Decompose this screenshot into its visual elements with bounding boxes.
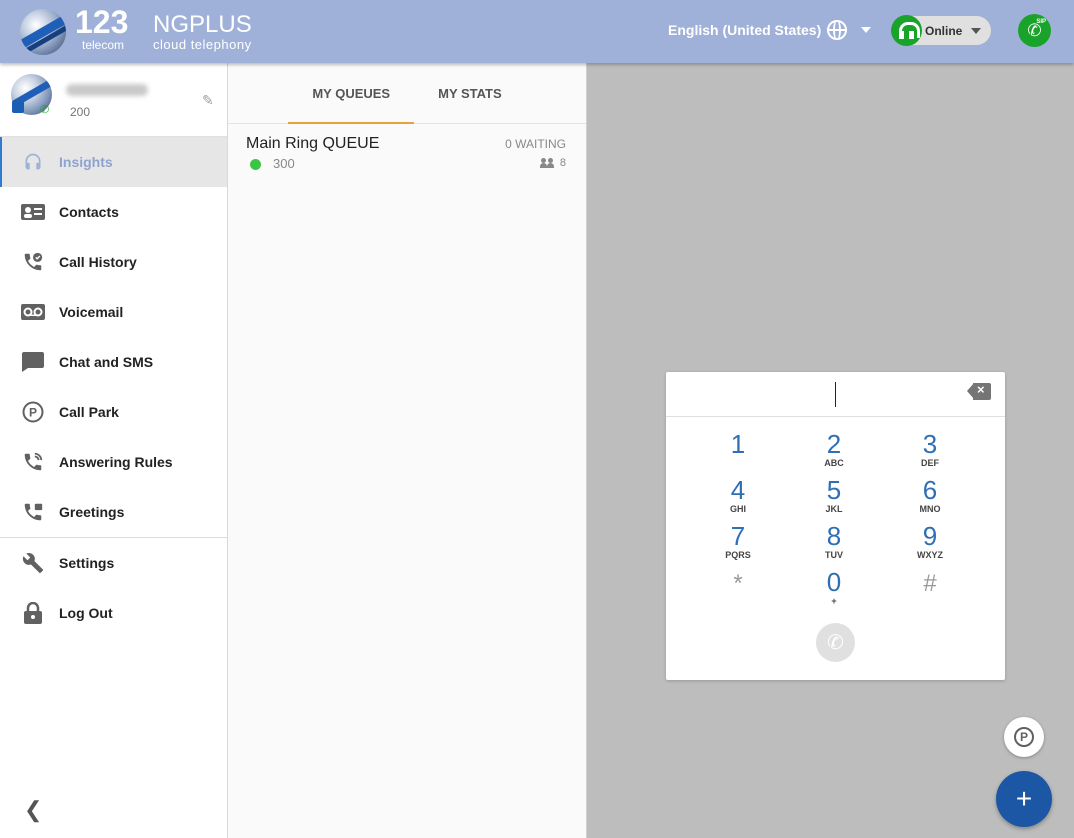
queue-tabs: MY QUEUES MY STATS (228, 63, 586, 124)
profile-extension: 200 (70, 105, 91, 119)
dial-key-5[interactable]: 5 JKL (786, 476, 882, 520)
dial-number-input[interactable]: × (666, 372, 1005, 417)
user-profile: ✆ 200 ✎ (0, 63, 227, 137)
dial-key-3[interactable]: 3 DEF (882, 430, 978, 474)
chevron-down-icon (971, 27, 982, 34)
text-cursor (835, 382, 836, 407)
sidebar: ✆ 200 ✎ Insights Contacts Call History V… (0, 63, 228, 838)
queue-agents: 8 (539, 157, 566, 169)
backspace-icon[interactable]: × (967, 382, 991, 400)
pencil-icon[interactable]: ✎ (202, 93, 216, 107)
sidebar-item-log-out[interactable]: Log Out (0, 588, 227, 638)
sidebar-item-insights[interactable]: Insights (0, 137, 227, 187)
call-button[interactable]: ✆ (816, 623, 855, 662)
add-button[interactable]: + (996, 771, 1052, 827)
dial-key-0[interactable]: 0 + (786, 568, 882, 612)
dial-key-6[interactable]: 6 MNO (882, 476, 978, 520)
queue-waiting-count: 0 WAITING (505, 137, 566, 151)
sidebar-item-label: Insights (59, 154, 113, 170)
sidebar-item-chat-sms[interactable]: Chat and SMS (0, 337, 227, 387)
sidebar-item-contacts[interactable]: Contacts (0, 187, 227, 237)
sidebar-item-call-park[interactable]: P Call Park (0, 387, 227, 437)
phone-icon: ✆ (827, 632, 844, 654)
dial-key-4[interactable]: 4 GHI (690, 476, 786, 520)
presence-status-label: Online (925, 23, 963, 38)
tab-my-stats[interactable]: MY STATS (414, 63, 526, 124)
logo-subtext: telecom (82, 38, 125, 52)
profile-name-redacted (66, 84, 148, 96)
queue-agent-count: 8 (559, 157, 566, 169)
dial-key-7[interactable]: 7 PQRS (690, 522, 786, 566)
chevron-down-icon (861, 27, 872, 33)
sidebar-item-label: Contacts (59, 204, 119, 220)
brand-title: NGPLUS (153, 11, 252, 38)
sidebar-item-label: Chat and SMS (59, 354, 154, 370)
sidebar-item-label: Call History (59, 254, 137, 270)
voicemail-icon (21, 300, 45, 324)
headset-icon (891, 15, 922, 46)
sidebar-item-greetings[interactable]: Greetings (0, 487, 227, 537)
presence-status-toggle[interactable]: Online (891, 15, 991, 46)
dial-key-8[interactable]: 8 TUV (786, 522, 882, 566)
dialpad: × 1 2 ABC 3 DEF 4 GHI 5 JKL 6 MNO 7 PQRS 8 TUV … (666, 372, 1005, 680)
people-icon (539, 158, 556, 168)
sip-tag: SIP (1036, 19, 1046, 25)
brand-subtitle: cloud telephony (153, 37, 252, 52)
queues-panel: MY QUEUES MY STATS Main Ring QUEUE 300 0… (228, 63, 587, 838)
logo-number: 123 (75, 4, 129, 40)
tab-my-queues[interactable]: MY QUEUES (288, 63, 415, 124)
park-icon: P (21, 400, 45, 424)
chevron-left-icon[interactable]: ❮ (24, 797, 42, 823)
sidebar-nav: Insights Contacts Call History Voicemail… (0, 137, 227, 537)
queue-status-dot (250, 159, 261, 170)
svg-text:P: P (29, 406, 37, 420)
queue-list-item[interactable]: Main Ring QUEUE 300 0 WAITING 8 (228, 124, 586, 174)
dialpad-keys: 1 2 ABC 3 DEF 4 GHI 5 JKL 6 MNO 7 PQRS 8 TUV 9W… (690, 430, 980, 612)
sidebar-item-label: Log Out (59, 605, 113, 621)
wrench-icon (21, 551, 45, 575)
headset-icon (21, 150, 45, 174)
language-label: English (United States) (668, 22, 822, 38)
sidebar-item-voicemail[interactable]: Voicemail (0, 287, 227, 337)
phone-icon: ✆ (40, 104, 50, 116)
sidebar-item-call-history[interactable]: Call History (0, 237, 227, 287)
dial-key-2[interactable]: 2 ABC (786, 430, 882, 474)
park-icon: P (1014, 727, 1034, 747)
sidebar-item-label: Voicemail (59, 304, 124, 320)
queue-extension: 300 (273, 156, 295, 171)
dial-key-9[interactable]: 9 WXYZ (882, 522, 978, 566)
language-selector[interactable]: English (United States) (668, 20, 872, 40)
sidebar-item-label: Greetings (59, 504, 125, 520)
call-history-icon (21, 250, 45, 274)
contact-card-icon (21, 200, 45, 224)
logo-globe-icon (20, 9, 66, 55)
top-header: 123 telecom NGPLUS cloud telephony Engli… (0, 0, 1074, 63)
sidebar-item-label: Answering Rules (59, 454, 173, 470)
dial-key-1[interactable]: 1 (690, 430, 786, 474)
sip-phone-button[interactable]: ✆ SIP (1018, 14, 1051, 47)
globe-icon (827, 20, 848, 40)
queue-name: Main Ring QUEUE (246, 135, 380, 152)
sidebar-item-answering-rules[interactable]: Answering Rules (0, 437, 227, 487)
dial-key-hash[interactable]: # (882, 568, 978, 612)
lock-icon (21, 601, 45, 625)
sidebar-item-label: Call Park (59, 404, 119, 420)
sidebar-nav-bottom: Settings Log Out (0, 538, 227, 638)
answering-rules-icon (21, 450, 45, 474)
chat-icon (21, 350, 45, 374)
chat-badge-icon (12, 101, 24, 113)
call-park-fab[interactable]: P (1004, 717, 1044, 757)
sidebar-item-label: Settings (59, 555, 115, 571)
dial-key-star[interactable]: * (690, 568, 786, 612)
greetings-icon (21, 500, 45, 524)
sidebar-item-settings[interactable]: Settings (0, 538, 227, 588)
plus-icon: + (1015, 783, 1033, 814)
